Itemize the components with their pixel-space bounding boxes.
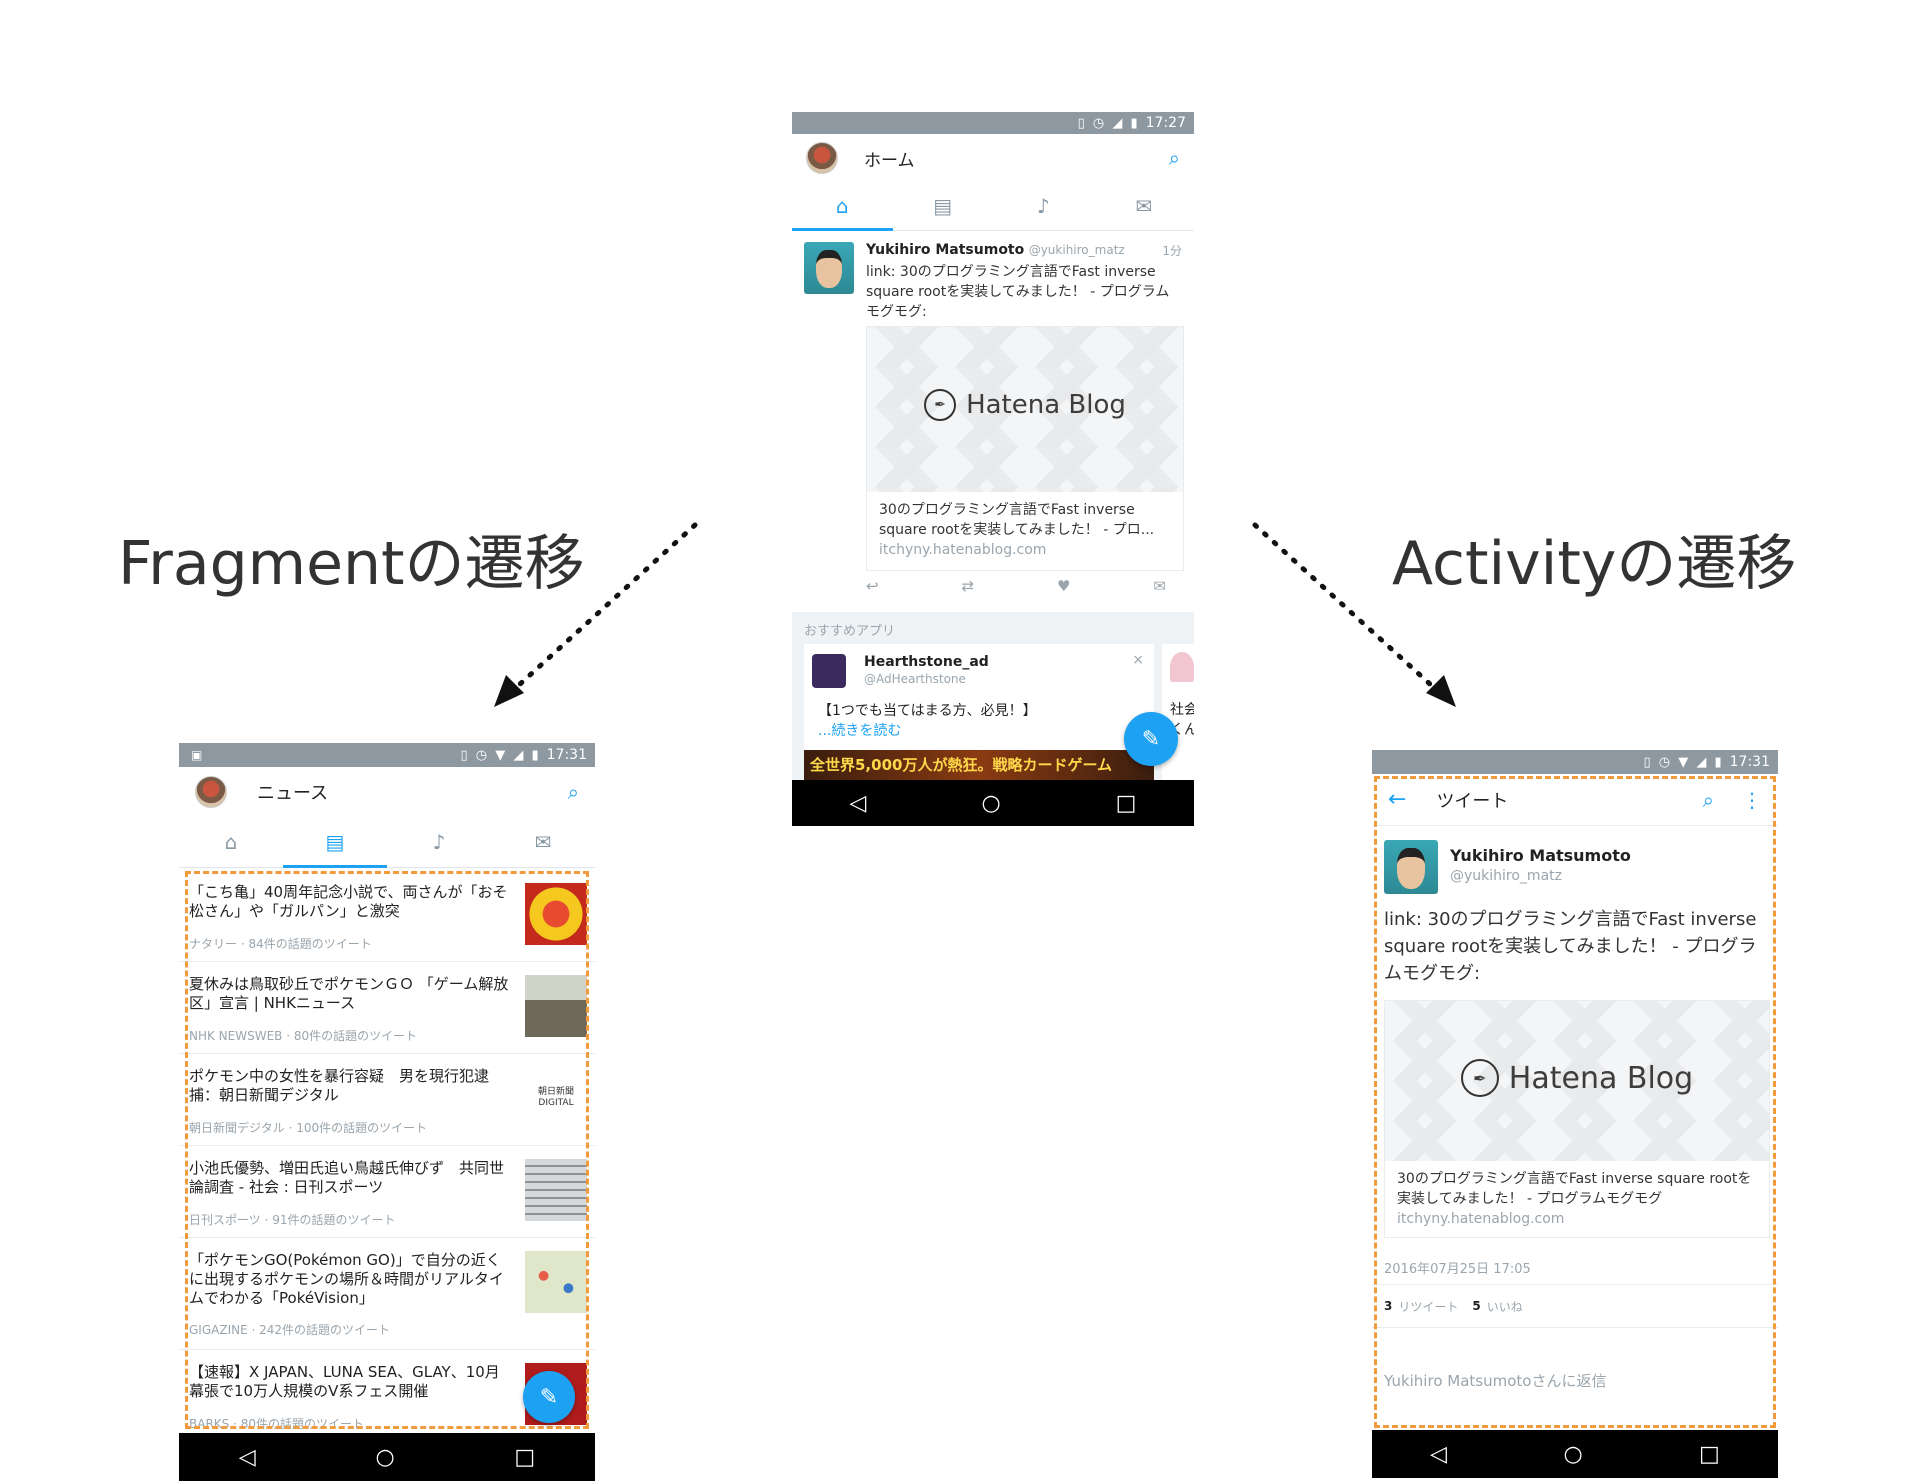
mail-icon: ✉ (1135, 194, 1153, 218)
dm-icon[interactable]: ✉ (1153, 577, 1166, 595)
tweet-handle: @yukihiro_matz (1028, 243, 1125, 257)
status-time: 17:27 (1145, 115, 1186, 131)
status-bar: ▯ ◷ ◢ ▮ 17:27 (792, 112, 1194, 134)
home-icon: ⌂ (835, 194, 849, 218)
status-bar: ▯ ◷ ▼ ◢ ▮ 17:31 (1372, 750, 1778, 774)
tweet[interactable]: Yukihiro Matsumoto @yukihiro_matz 1分 lin… (792, 232, 1194, 607)
tab-news[interactable]: ▤ (283, 817, 387, 868)
tweet-actions: ↩ ⇄ ♥ ✉ (866, 577, 1166, 595)
search-icon[interactable]: ⌕ (1169, 146, 1180, 170)
heart-icon[interactable]: ♥ (1057, 577, 1070, 595)
recommend-text: 【1つでも当てはまる方、必見！】 (818, 703, 1037, 719)
status-icons: ▯ ◷ ▼ ◢ ▮ (460, 747, 541, 763)
pen-icon: ✒ (924, 389, 957, 421)
back-icon[interactable]: ◁ (850, 791, 867, 816)
compose-tweet-button[interactable]: ✎ (523, 1371, 575, 1423)
card-title: 30のプログラミング言語でFast inverse square rootを実装… (879, 502, 1155, 538)
news-icon: ▤ (325, 830, 345, 854)
bell-icon: ♪ (1036, 194, 1050, 218)
recommend-header: おすすめアプリ (804, 624, 896, 639)
tab-news[interactable]: ▤ (893, 182, 994, 230)
image-icon: ▣ (191, 748, 203, 762)
tab-notifications[interactable]: ♪ (387, 817, 491, 867)
status-bar: ▣ ▯ ◷ ▼ ◢ ▮ 17:31 (179, 743, 595, 767)
app-bar: ホーム ⌕ (792, 134, 1194, 182)
tweet-time: 1分 (1162, 244, 1182, 258)
home-button-icon[interactable]: ○ (1563, 1442, 1582, 1467)
recommend-avatar (812, 654, 846, 688)
tweet-avatar[interactable] (804, 242, 854, 294)
bell-icon: ♪ (432, 830, 446, 854)
home-button-icon[interactable]: ○ (981, 791, 1000, 816)
back-icon[interactable]: ◁ (239, 1445, 256, 1470)
mail-icon: ✉ (534, 830, 552, 854)
reply-icon[interactable]: ↩ (866, 577, 879, 595)
fragment-arrow (494, 522, 698, 707)
recommend-card[interactable]: Hearthstone_ad @AdHearthstone × 【1つでも当ては… (804, 644, 1154, 780)
right-phone: ▯ ◷ ▼ ◢ ▮ 17:31 ← ツイート ⌕ ⋮ Yukihiro Mats… (1372, 750, 1778, 1478)
home-icon: ⌂ (224, 830, 238, 854)
tab-bar: ⌂ ▤ ♪ ✉ (179, 817, 595, 868)
compose-tweet-button[interactable]: ✎ (1124, 712, 1178, 766)
activity-highlight-frame (1374, 776, 1776, 1428)
tab-messages[interactable]: ✉ (1094, 182, 1195, 230)
page-title: ホーム (864, 150, 915, 171)
status-icons: ▯ ◷ ◢ ▮ (1077, 115, 1140, 131)
read-more-link[interactable]: ...続きを読む (818, 720, 901, 740)
search-icon[interactable]: ⌕ (568, 780, 579, 804)
tab-messages[interactable]: ✉ (491, 817, 595, 867)
fragment-highlight-frame (185, 871, 589, 1429)
retweet-icon[interactable]: ⇄ (962, 577, 975, 595)
status-time: 17:31 (546, 747, 587, 763)
tweet-text: link: 30のプログラミング言語でFast inverse square r… (866, 264, 1170, 320)
recommend-handle: @AdHearthstone (864, 672, 966, 686)
home-button-icon[interactable]: ○ (375, 1445, 394, 1470)
android-nav-bar: ◁ ○ □ (1372, 1430, 1778, 1478)
back-icon[interactable]: ◁ (1430, 1442, 1447, 1467)
app-bar: ニュース ⌕ (179, 767, 595, 817)
center-phone: ▯ ◷ ◢ ▮ 17:27 ホーム ⌕ ⌂ ▤ ♪ ✉ Yukihiro Mat… (792, 112, 1194, 826)
ad-banner[interactable]: 全世界5,000万人が熱狂。戦略カードゲーム (804, 750, 1154, 780)
tab-notifications[interactable]: ♪ (993, 182, 1094, 230)
activity-arrow (1252, 522, 1456, 707)
status-time: 17:31 (1729, 754, 1770, 770)
close-icon[interactable]: × (1132, 652, 1144, 668)
page-title: ニュース (257, 783, 329, 804)
avatar[interactable] (806, 142, 838, 174)
status-icons: ▯ ◷ ▼ ◢ ▮ (1643, 754, 1724, 770)
news-icon: ▤ (933, 194, 953, 218)
tweet-author-name[interactable]: Yukihiro Matsumoto (866, 242, 1024, 258)
recommend-name[interactable]: Hearthstone_ad (864, 654, 989, 670)
tab-home[interactable]: ⌂ (179, 817, 283, 867)
recents-icon[interactable]: □ (1116, 791, 1137, 816)
left-phone: ▣ ▯ ◷ ▼ ◢ ▮ 17:31 ニュース ⌕ ⌂ ▤ ♪ ✉ 「こち亀」40… (179, 743, 595, 1481)
tab-bar: ⌂ ▤ ♪ ✉ (792, 182, 1194, 231)
android-nav-bar: ◁ ○ □ (179, 1433, 595, 1481)
card-domain: itchyny.hatenablog.com (879, 542, 1047, 558)
hatena-blog-logo: ✒ Hatena Blog (867, 389, 1183, 421)
avatar[interactable] (195, 776, 227, 808)
link-card[interactable]: ✒ Hatena Blog 30のプログラミング言語でFast inverse … (866, 326, 1184, 571)
tab-home[interactable]: ⌂ (792, 182, 893, 231)
android-nav-bar: ◁ ○ □ (792, 780, 1194, 826)
recents-icon[interactable]: □ (514, 1445, 535, 1470)
recents-icon[interactable]: □ (1699, 1442, 1720, 1467)
